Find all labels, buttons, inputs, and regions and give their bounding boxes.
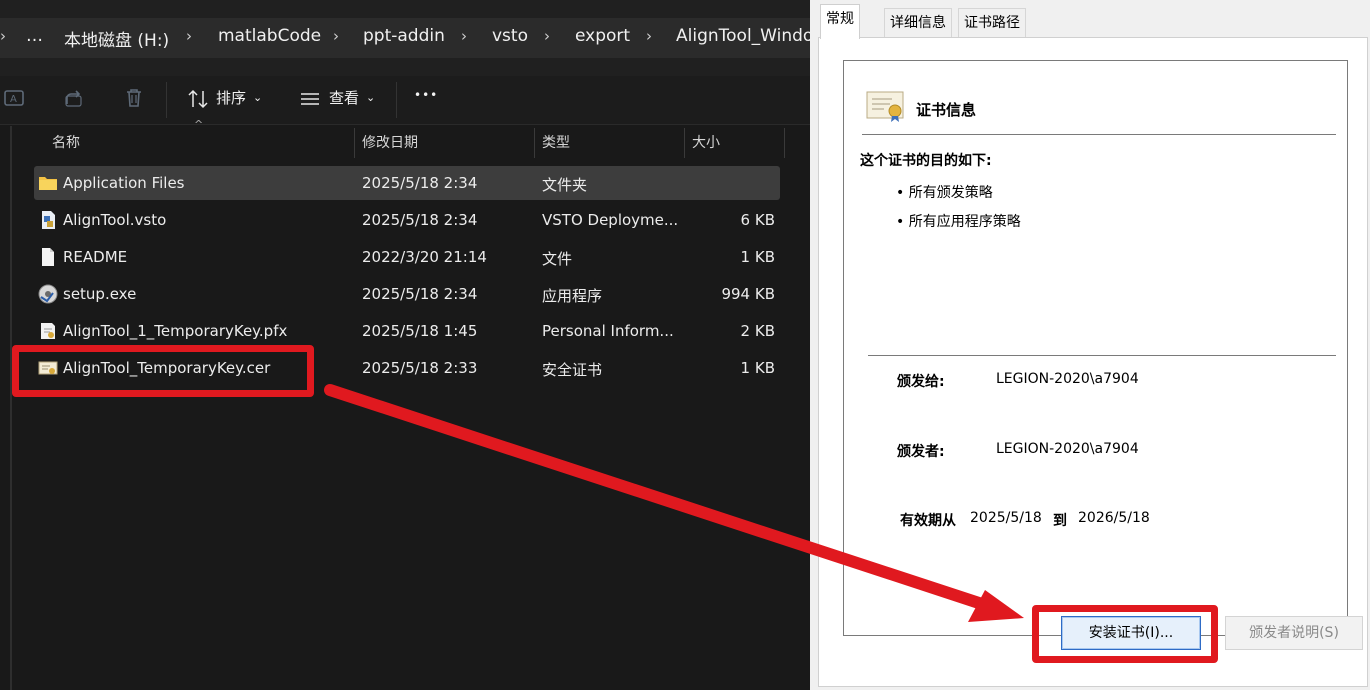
issued-by-label: 颁发者: xyxy=(897,444,945,460)
address-bar-area: › … 本地磁盘 (H:) › matlabCode › ppt-addin ›… xyxy=(0,0,810,76)
issued-to-label: 颁发给: xyxy=(897,374,945,390)
chevron-down-icon: ⌄ xyxy=(366,91,376,104)
column-header-name[interactable]: 名称 xyxy=(52,126,80,160)
toolbar-divider xyxy=(396,82,397,118)
sort-button[interactable]: 排序 ⌄ xyxy=(184,76,272,124)
chevron-right-icon: › xyxy=(646,27,652,45)
document-icon xyxy=(38,247,58,267)
setup-exe-icon xyxy=(38,284,58,304)
valid-from-label: 有效期从 xyxy=(900,513,956,529)
details-divider xyxy=(868,355,1336,356)
file-size: 1 KB xyxy=(740,248,775,266)
certificate-info-title: 证书信息 xyxy=(916,101,977,119)
certificate-dialog: 常规 详细信息 证书路径 证书信息 这个证书的目的如下: • 所有颁发策略 • … xyxy=(810,0,1370,690)
vsto-file-icon xyxy=(38,210,58,230)
sort-label: 排序 xyxy=(216,89,247,107)
issuer-statement-button[interactable]: 颁发者说明(S) xyxy=(1225,616,1363,650)
valid-to-value: 2026/5/18 xyxy=(1078,510,1150,526)
chevron-right-icon: › xyxy=(461,27,467,45)
file-date: 2025/5/18 2:34 xyxy=(362,285,478,303)
file-date: 2025/5/18 1:45 xyxy=(362,322,478,340)
column-separator[interactable] xyxy=(534,128,535,158)
file-name: AlignTool.vsto xyxy=(63,211,167,229)
file-size: 1 KB xyxy=(740,359,775,377)
breadcrumb-export[interactable]: export xyxy=(575,26,630,46)
share-icon[interactable] xyxy=(62,86,86,110)
file-type: 安全证书 xyxy=(542,361,603,379)
chevron-right-icon: › xyxy=(0,27,6,45)
purpose-item: • 所有应用程序策略 xyxy=(896,214,1021,230)
file-name: setup.exe xyxy=(63,285,137,303)
breadcrumb-ppt-addin[interactable]: ppt-addin xyxy=(363,26,445,46)
tab-certification-path[interactable]: 证书路径 xyxy=(958,8,1026,37)
highlight-box-install-button xyxy=(1032,605,1218,663)
folder-icon xyxy=(38,173,58,193)
view-button[interactable]: 查看 ⌄ xyxy=(296,76,382,124)
header-divider xyxy=(862,134,1336,135)
breadcrumb-vsto[interactable]: vsto xyxy=(492,26,528,46)
column-header-size[interactable]: 大小 xyxy=(692,126,720,160)
pfx-file-icon xyxy=(38,321,58,341)
view-label: 查看 xyxy=(329,89,360,107)
chevron-right-icon: › xyxy=(333,27,339,45)
general-tab-panel: 证书信息 这个证书的目的如下: • 所有颁发策略 • 所有应用程序策略 颁发给:… xyxy=(818,37,1368,687)
delete-icon[interactable] xyxy=(122,86,146,110)
file-row[interactable]: README 2022/3/20 21:14 文件 1 KB xyxy=(34,240,780,274)
column-header-type[interactable]: 类型 xyxy=(542,126,570,160)
issued-by-value: LEGION-2020\a7904 xyxy=(996,441,1139,457)
svg-text:A: A xyxy=(10,94,17,105)
tab-general[interactable]: 常规 xyxy=(820,4,860,39)
file-type: 文件夹 xyxy=(542,176,588,194)
breadcrumb-matlabcode[interactable]: matlabCode xyxy=(218,26,321,46)
column-separator[interactable] xyxy=(684,128,685,158)
file-row[interactable]: setup.exe 2025/5/18 2:34 应用程序 994 KB xyxy=(34,277,780,311)
certificate-icon xyxy=(866,89,906,123)
file-date: 2025/5/18 2:34 xyxy=(362,174,478,192)
sort-indicator-icon: ^ xyxy=(194,118,204,131)
file-type: 应用程序 xyxy=(542,287,603,305)
chevron-right-icon: › xyxy=(544,27,550,45)
breadcrumb-drive[interactable]: 本地磁盘 (H:) xyxy=(64,26,169,51)
rename-icon[interactable]: A xyxy=(2,86,26,110)
issued-to-value: LEGION-2020\a7904 xyxy=(996,371,1139,387)
file-size: 2 KB xyxy=(740,322,775,340)
breadcrumb-aligntool[interactable]: AlignTool_Windo xyxy=(676,26,810,46)
column-separator[interactable] xyxy=(784,128,785,158)
purpose-heading: 这个证书的目的如下: xyxy=(860,153,992,169)
file-date: 2025/5/18 2:33 xyxy=(362,359,478,377)
chevron-right-icon: › xyxy=(186,27,192,45)
file-type: Personal Inform... xyxy=(542,322,674,340)
file-type: VSTO Deployme... xyxy=(542,211,679,229)
file-date: 2022/3/20 21:14 xyxy=(362,248,487,266)
toolbar-divider xyxy=(166,82,167,118)
command-bar: A 排序 ⌄ 查看 ⌄ ••• xyxy=(0,76,810,125)
file-name: README xyxy=(63,248,128,266)
certificate-info-box: 证书信息 这个证书的目的如下: • 所有颁发策略 • 所有应用程序策略 颁发给:… xyxy=(843,60,1348,636)
sort-icon xyxy=(186,88,210,112)
column-separator[interactable] xyxy=(354,128,355,158)
highlight-box-cer-file xyxy=(12,345,314,397)
file-size: 994 KB xyxy=(721,285,775,303)
view-list-icon xyxy=(298,88,322,112)
file-size: 6 KB xyxy=(740,211,775,229)
breadcrumb-overflow[interactable]: … xyxy=(26,26,43,46)
column-header-date[interactable]: 修改日期 xyxy=(362,126,418,160)
file-row[interactable]: Application Files 2025/5/18 2:34 文件夹 xyxy=(34,166,780,200)
tab-details[interactable]: 详细信息 xyxy=(884,8,952,37)
purpose-item: • 所有颁发策略 xyxy=(896,185,993,201)
file-row[interactable]: AlignTool.vsto 2025/5/18 2:34 VSTO Deplo… xyxy=(34,203,780,237)
file-row[interactable]: AlignTool_1_TemporaryKey.pfx 2025/5/18 1… xyxy=(34,314,780,348)
file-date: 2025/5/18 2:34 xyxy=(362,211,478,229)
chevron-down-icon: ⌄ xyxy=(253,91,263,104)
more-options-icon[interactable]: ••• xyxy=(414,88,438,102)
navigation-pane-edge xyxy=(10,126,12,690)
valid-to-label: 到 xyxy=(1053,513,1067,529)
file-name: AlignTool_1_TemporaryKey.pfx xyxy=(63,322,288,340)
file-type: 文件 xyxy=(542,250,573,268)
address-bar[interactable]: › … 本地磁盘 (H:) › matlabCode › ppt-addin ›… xyxy=(0,18,810,58)
file-name: Application Files xyxy=(63,174,185,192)
valid-from-value: 2025/5/18 xyxy=(970,510,1042,526)
